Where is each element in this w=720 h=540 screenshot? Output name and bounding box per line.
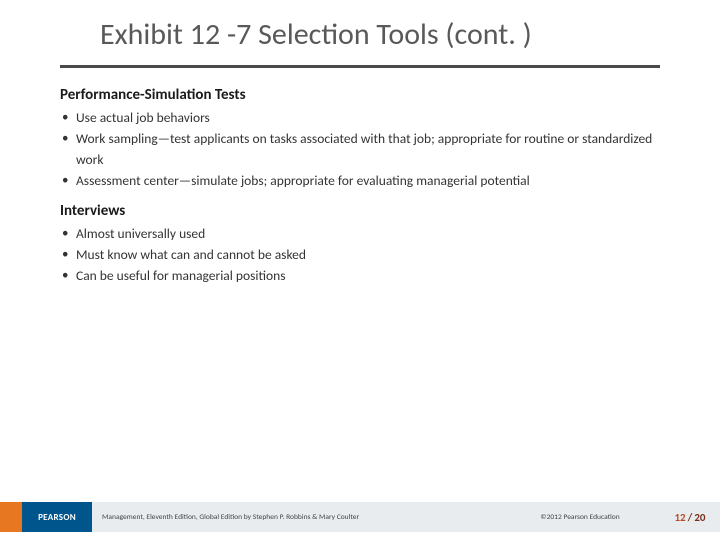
book-credit: Management, Eleventh Edition, Global Edi… [92,502,500,532]
copyright-text: ©2012 Pearson Education [500,502,660,532]
page-total: 20 [694,511,705,524]
title-divider [60,65,660,68]
brand-accent [0,502,22,532]
list-item: Almost universally used [60,224,660,245]
footer-bar: PEARSON Management, Eleventh Edition, Gl… [0,502,720,532]
list-item: Must know what can and cannot be asked [60,245,660,266]
section-heading-performance: Performance-Simulation Tests [60,86,660,104]
list-item: Use actual job behaviors [60,108,660,129]
bullet-list-performance: Use actual job behaviors Work sampling—t… [60,108,660,192]
section-heading-interviews: Interviews [60,202,660,220]
bullet-list-interviews: Almost universally used Must know what c… [60,224,660,287]
list-item: Assessment center—simulate jobs; appropr… [60,171,660,192]
page-current: 12 [674,511,685,524]
content-area: Performance-Simulation Tests Use actual … [0,86,720,286]
slide-title: Exhibit 12 -7 Selection Tools (cont. ) [0,0,720,65]
page-separator: / [686,511,695,524]
page-number: 12 / 20 [660,502,720,532]
list-item: Work sampling—test applicants on tasks a… [60,129,660,171]
pearson-logo: PEARSON [22,502,92,532]
list-item: Can be useful for managerial positions [60,266,660,287]
